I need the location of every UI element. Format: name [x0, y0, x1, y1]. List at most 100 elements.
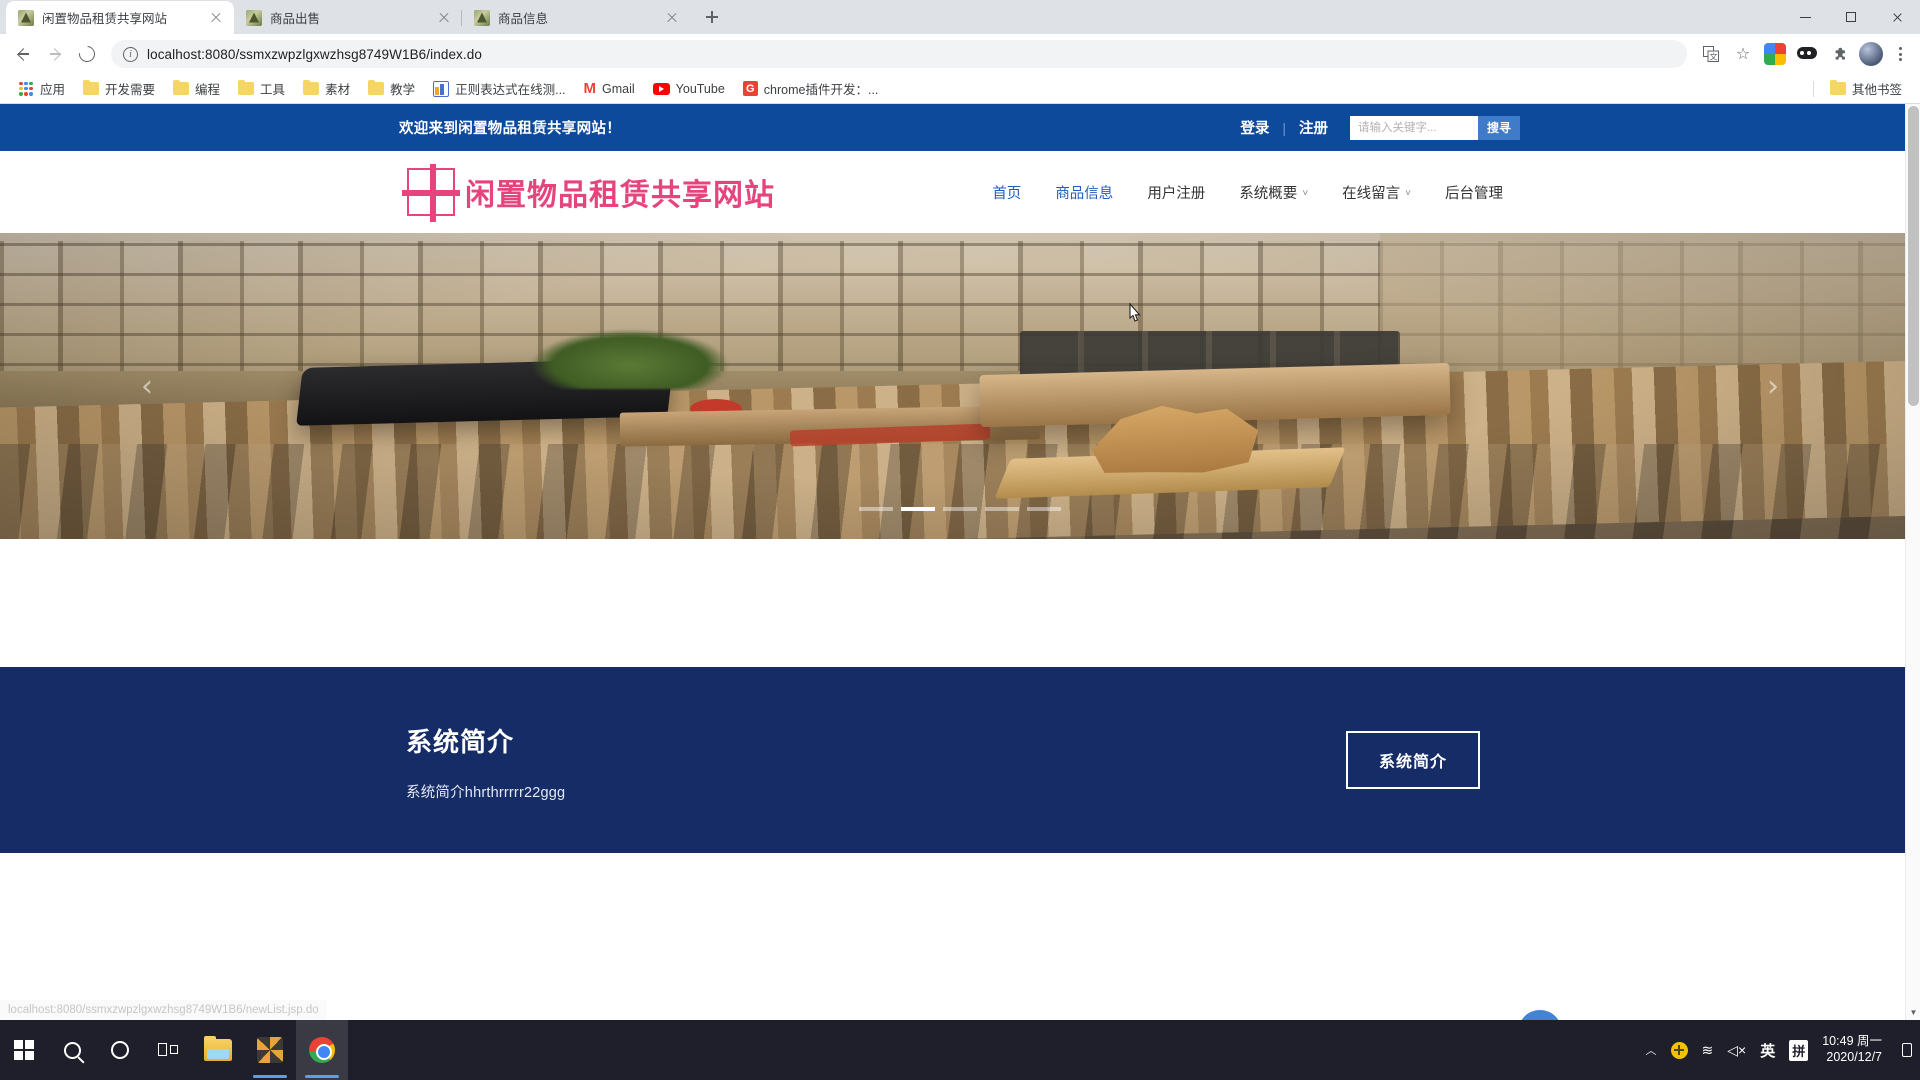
- carousel-indicators[interactable]: [859, 507, 1061, 511]
- file-explorer-icon[interactable]: [192, 1020, 244, 1080]
- page-scrollbar[interactable]: ▲ ▼: [1905, 104, 1920, 1020]
- browser-tab-1[interactable]: 闲置物品租赁共享网站: [6, 1, 234, 34]
- register-link[interactable]: 注册: [1299, 117, 1328, 138]
- bookmark-gmail[interactable]: M Gmail: [576, 78, 643, 99]
- bookmarks-bar: 应用 开发需要 编程 工具 素材 教学 正则表达式在线测... M Gmail: [0, 74, 1920, 104]
- other-bookmarks-button[interactable]: 其他书签: [1822, 76, 1910, 101]
- web-page: 欢迎来到闲置物品租赁共享网站！ 登录 | 注册 搜寻 闲置物品租赁共享网站 首页: [0, 104, 1920, 1020]
- nav-item-home[interactable]: 首页: [975, 182, 1038, 203]
- browser-tab-2[interactable]: 商品出售: [234, 1, 462, 34]
- regex-site-icon: [433, 80, 450, 97]
- wifi-icon[interactable]: ≋: [1702, 1042, 1714, 1059]
- nav-item-user-register[interactable]: 用户注册: [1130, 182, 1222, 203]
- nav-label: 在线留言: [1342, 185, 1401, 202]
- bookmark-folder-programming[interactable]: 编程: [165, 76, 228, 101]
- tab-close-icon[interactable]: [208, 10, 224, 26]
- back-to-top-button[interactable]: [1518, 1010, 1562, 1020]
- tab-close-icon[interactable]: [664, 10, 680, 26]
- login-link[interactable]: 登录: [1240, 117, 1269, 138]
- address-bar[interactable]: i localhost:8080/ssmxzwpzlgxwzhsg8749W1B…: [111, 40, 1687, 68]
- nav-label: 后台管理: [1445, 185, 1503, 202]
- chrome-menu-icon[interactable]: [1888, 39, 1912, 69]
- carousel-dot[interactable]: [859, 507, 893, 511]
- notifications-icon[interactable]: [1902, 1043, 1912, 1057]
- folder-icon: [1829, 79, 1846, 95]
- bookmark-star-icon[interactable]: ☆: [1728, 39, 1758, 69]
- bookmark-apps[interactable]: 应用: [10, 76, 73, 101]
- translate-icon[interactable]: 文: [1696, 39, 1726, 69]
- ime-mode-icon[interactable]: 拼: [1789, 1039, 1809, 1061]
- folder-icon: [368, 79, 385, 95]
- nav-item-online-message[interactable]: 在线留言 ˅: [1325, 182, 1428, 203]
- browser-tab-3[interactable]: 商品信息: [461, 1, 690, 34]
- bookmark-regex-tester[interactable]: 正则表达式在线测...: [425, 76, 573, 101]
- show-hidden-icons-icon[interactable]: ︿: [1646, 1042, 1657, 1058]
- bookmark-folder-dev[interactable]: 开发需要: [75, 76, 163, 101]
- volume-icon[interactable]: ◁×: [1727, 1042, 1746, 1059]
- divider: |: [1282, 119, 1286, 136]
- carousel-dot[interactable]: [1027, 507, 1061, 511]
- divider: [1812, 80, 1814, 97]
- new-tab-button[interactable]: [698, 3, 726, 31]
- carousel-prev-icon[interactable]: ‹: [130, 369, 164, 404]
- extensions-puzzle-icon[interactable]: [1824, 39, 1854, 69]
- reload-icon[interactable]: [72, 39, 102, 69]
- window-maximize-button[interactable]: [1828, 0, 1874, 34]
- clock-date: 2020/12/7: [1826, 1050, 1882, 1064]
- profile-avatar[interactable]: [1856, 39, 1886, 69]
- main-nav: 首页 商品信息 用户注册 系统概要 ˅ 在线留言 ˅ 后台管理: [975, 182, 1520, 203]
- clock[interactable]: 10:49 周一 2020/12/7: [1822, 1034, 1888, 1065]
- hero-carousel[interactable]: ‹ ›: [0, 233, 1920, 539]
- browser-window: 闲置物品租赁共享网站 商品出售 商品信息 i localhost:8080/ss…: [0, 0, 1920, 1020]
- search-button[interactable]: 搜寻: [1477, 115, 1520, 140]
- system-intro-section: 系统简介 系统简介hhrthrrrrr22ggg 系统简介: [0, 667, 1920, 853]
- tab-title: 商品信息: [498, 12, 549, 26]
- scrollbar-thumb[interactable]: [1908, 106, 1919, 406]
- other-bookmarks-label: 其他书签: [1851, 83, 1902, 97]
- security-shield-icon[interactable]: [1670, 1041, 1688, 1059]
- back-icon[interactable]: [8, 39, 38, 69]
- task-view-icon[interactable]: [144, 1020, 192, 1080]
- forward-icon[interactable]: [40, 39, 70, 69]
- ime-language-icon[interactable]: 英: [1760, 1040, 1775, 1061]
- content-spacer: [0, 539, 1920, 667]
- dark-reader-extension-icon[interactable]: [1792, 39, 1822, 69]
- scroll-down-icon[interactable]: ▼: [1906, 1005, 1920, 1020]
- nav-label: 首页: [992, 185, 1022, 202]
- carousel-dot-active[interactable]: [901, 507, 935, 511]
- cortana-icon[interactable]: [96, 1020, 144, 1080]
- google-photos-extension-icon[interactable]: [1760, 39, 1790, 69]
- system-intro-button[interactable]: 系统简介: [1345, 731, 1480, 789]
- system-intro-body: 系统简介hhrthrrrrr22ggg: [406, 785, 566, 801]
- app-icon[interactable]: [244, 1020, 296, 1080]
- folder-icon: [238, 79, 255, 95]
- bookmark-youtube[interactable]: YouTube: [645, 79, 733, 99]
- system-intro-title: 系统简介: [406, 728, 515, 758]
- site-info-icon[interactable]: i: [123, 46, 138, 62]
- search-icon[interactable]: [48, 1020, 96, 1080]
- bookmark-label: 编程: [195, 83, 221, 97]
- chrome-icon[interactable]: [296, 1020, 348, 1080]
- chrome-ext-icon: G: [742, 81, 758, 96]
- tab-favicon-icon: [246, 9, 262, 26]
- nav-item-admin[interactable]: 后台管理: [1428, 182, 1520, 203]
- bookmark-folder-tools[interactable]: 工具: [230, 76, 293, 101]
- bookmark-folder-materials[interactable]: 素材: [295, 76, 358, 101]
- window-minimize-button[interactable]: [1782, 0, 1828, 34]
- bookmark-label: Gmail: [602, 81, 635, 96]
- carousel-dot[interactable]: [943, 507, 977, 511]
- tab-close-icon[interactable]: [436, 10, 452, 26]
- windows-start-icon[interactable]: [0, 1020, 48, 1080]
- svg-text:文: 文: [1710, 52, 1718, 62]
- system-tray: ︿ ≋ ◁× 英 拼 10:49 周一 2020/12/7: [1646, 1034, 1920, 1065]
- window-close-button[interactable]: [1874, 0, 1920, 34]
- carousel-dot[interactable]: [985, 507, 1019, 511]
- nav-item-product-info[interactable]: 商品信息: [1038, 182, 1130, 203]
- bookmark-folder-teaching[interactable]: 教学: [360, 76, 423, 101]
- site-logo[interactable]: 闲置物品租赁共享网站: [402, 164, 775, 222]
- nav-item-system-overview[interactable]: 系统概要 ˅: [1222, 182, 1325, 203]
- windows-taskbar: ︿ ≋ ◁× 英 拼 10:49 周一 2020/12/7: [0, 1020, 1920, 1080]
- carousel-next-icon[interactable]: ›: [1756, 369, 1790, 404]
- bookmark-chrome-ext-dev[interactable]: G chrome插件开发：...: [735, 76, 887, 101]
- search-input[interactable]: [1349, 115, 1478, 140]
